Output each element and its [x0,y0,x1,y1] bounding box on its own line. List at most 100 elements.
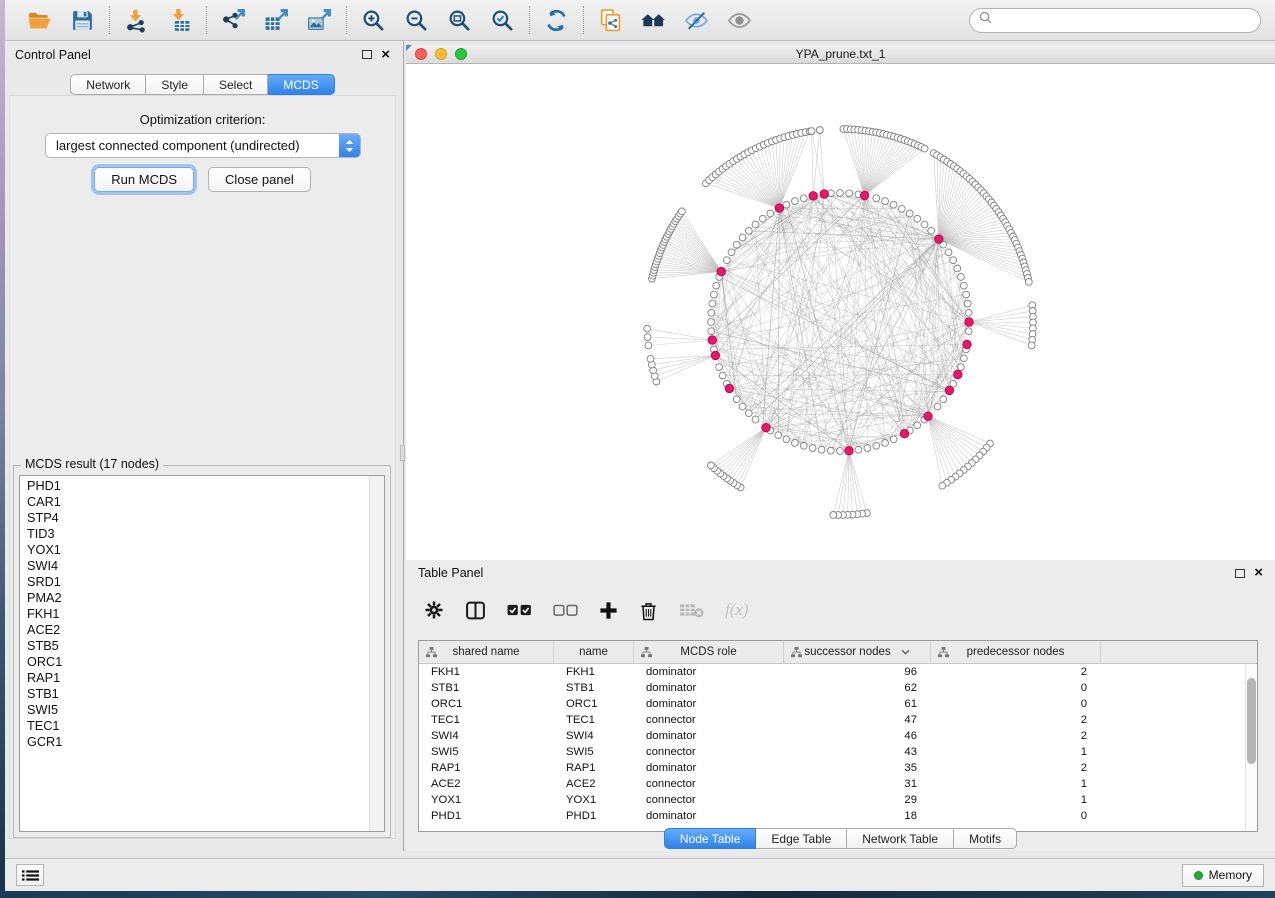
ring-node[interactable] [940,396,947,403]
zoom-out-icon[interactable] [403,7,430,34]
leaf-node[interactable] [647,355,654,362]
ring-node[interactable] [965,309,972,316]
mcds-hub-node[interactable] [820,190,828,198]
ring-node[interactable] [792,198,799,205]
table-row[interactable]: SWI4SWI4dominator462 [419,728,1245,744]
table-settings-icon[interactable] [424,598,444,622]
ring-node[interactable] [708,328,715,335]
cell-shared-name[interactable]: YOX1 [419,792,554,808]
cell-MCDS-role[interactable]: connector [634,712,784,728]
import-table-icon[interactable] [166,7,193,34]
tab-network-table[interactable]: Network Table [847,828,954,849]
cell-successor-nodes[interactable]: 96 [784,664,931,680]
cell-MCDS-role[interactable]: connector [634,776,784,792]
task-history-button[interactable] [16,864,44,886]
table-row[interactable]: RAP1RAP1dominator352 [419,760,1245,776]
export-image-icon[interactable] [306,7,333,34]
cell-name[interactable]: SWI5 [554,744,634,760]
ring-node[interactable] [873,442,880,449]
hide-selected-icon[interactable] [683,7,710,34]
leaf-node[interactable] [708,462,715,469]
cell-predecessor-nodes[interactable]: 1 [931,744,1101,760]
cell-successor-nodes[interactable]: 18 [784,808,931,824]
mcds-result-item[interactable]: ACE2 [20,622,368,638]
tab-edge-table[interactable]: Edge Table [756,828,847,849]
leaf-node[interactable] [644,334,651,341]
splitter-handle[interactable] [400,445,405,461]
delete-column-icon[interactable] [639,598,658,622]
cell-predecessor-nodes[interactable]: 2 [931,712,1101,728]
cell-name[interactable]: RAP1 [554,760,634,776]
cell-MCDS-role[interactable]: connector [634,744,784,760]
ring-node[interactable] [809,445,816,452]
ring-node[interactable] [800,442,807,449]
table-row[interactable]: YOX1YOX1connector291 [419,792,1245,808]
ring-node[interactable] [728,249,735,256]
tab-motifs[interactable]: Motifs [954,828,1017,849]
column-header-shared-name[interactable]: shared name [419,641,554,663]
ring-node[interactable] [882,440,889,447]
zoom-in-icon[interactable] [360,7,387,34]
mcds-hub-node[interactable] [725,384,733,392]
ring-node[interactable] [792,440,799,447]
close-panel-button[interactable]: Close panel [208,167,311,192]
mcds-result-item[interactable]: TEC1 [20,718,368,734]
ring-node[interactable] [767,210,774,217]
ring-node[interactable] [709,300,716,307]
ring-node[interactable] [958,364,965,371]
ring-node[interactable] [723,257,730,264]
ring-node[interactable] [783,436,790,443]
cell-MCDS-role[interactable]: dominator [634,664,784,680]
ring-node[interactable] [711,291,718,298]
search-box[interactable] [969,8,1261,33]
ring-node[interactable] [954,265,961,272]
mcds-result-item[interactable]: SRD1 [20,574,368,590]
mcds-result-item[interactable]: SWI5 [20,702,368,718]
cell-shared-name[interactable]: RAP1 [419,760,554,776]
ring-node[interactable] [873,195,880,202]
ring-node[interactable] [708,319,715,326]
cell-predecessor-nodes[interactable]: 0 [931,680,1101,696]
ring-node[interactable] [906,210,913,217]
cell-name[interactable]: PHD1 [554,808,634,824]
close-panel-icon[interactable]: × [381,50,390,60]
mcds-hub-node[interactable] [711,351,719,359]
cell-predecessor-nodes[interactable]: 0 [931,696,1101,712]
table-row[interactable]: ORC1ORC1dominator610 [419,696,1245,712]
cell-MCDS-role[interactable]: connector [634,792,784,808]
zoom-fit-icon[interactable] [446,7,473,34]
zoom-selected-icon[interactable] [489,7,516,34]
cell-predecessor-nodes[interactable]: 2 [931,760,1101,776]
cell-shared-name[interactable]: FKH1 [419,664,554,680]
leaf-node[interactable] [808,128,815,135]
ring-node[interactable] [818,446,825,453]
ring-node[interactable] [745,227,752,234]
ring-node[interactable] [864,445,871,452]
mcds-result-item[interactable]: FKH1 [20,606,368,622]
import-network-icon[interactable] [123,7,150,34]
mcds-hub-node[interactable] [708,336,716,344]
mcds-hub-node[interactable] [935,235,943,243]
ring-node[interactable] [716,364,723,371]
mcds-hub-node[interactable] [845,447,853,455]
mcds-hub-node[interactable] [860,191,868,199]
ring-node[interactable] [708,309,715,316]
tab-mcds[interactable]: MCDS [268,74,334,95]
leaf-node[interactable] [830,512,837,519]
ring-node[interactable] [759,215,766,222]
cell-MCDS-role[interactable]: dominator [634,808,784,824]
cell-shared-name[interactable]: SWI4 [419,728,554,744]
ring-node[interactable] [775,432,782,439]
mcds-hub-node[interactable] [900,430,908,438]
ring-node[interactable] [958,274,965,281]
cell-MCDS-role[interactable]: dominator [634,680,784,696]
network-canvas[interactable] [406,64,1275,559]
mcds-result-item[interactable]: TID3 [20,526,368,542]
float-table-panel-icon[interactable] [1235,569,1245,578]
ring-node[interactable] [964,300,971,307]
table-row[interactable]: FKH1FKH1dominator962 [419,664,1245,680]
mcds-result-item[interactable]: RAP1 [20,670,368,686]
mcds-result-item[interactable]: STP4 [20,510,368,526]
deselect-all-icon[interactable] [553,598,578,622]
cell-predecessor-nodes[interactable]: 0 [931,808,1101,824]
